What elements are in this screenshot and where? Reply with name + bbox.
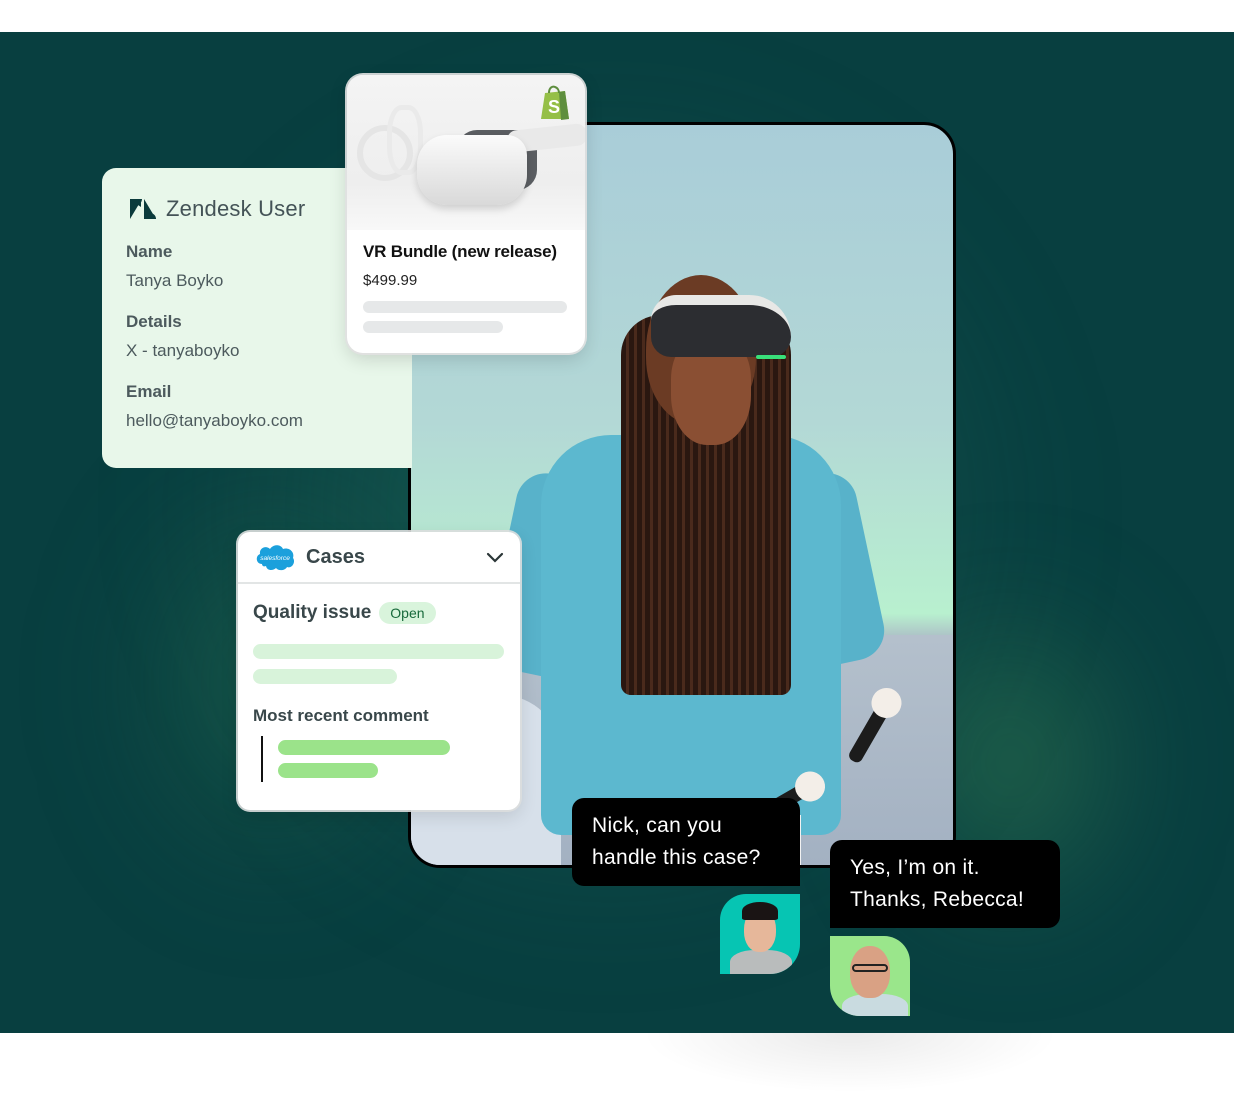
product-details: VR Bundle (new release) $499.99 — [347, 230, 585, 345]
recent-comment-label: Most recent comment — [253, 706, 429, 725]
skeleton-line — [253, 669, 397, 684]
zendesk-card-title: Zendesk User — [166, 196, 306, 221]
avatar-nick — [830, 936, 910, 1016]
avatar-hair — [742, 902, 778, 920]
field-value[interactable]: hello@tanyaboyko.com — [126, 411, 388, 431]
bottom-shadow — [640, 1033, 1060, 1093]
svg-text:S: S — [548, 97, 560, 117]
skeleton-line — [363, 301, 567, 313]
product-price: $499.99 — [363, 272, 418, 289]
product-card[interactable]: S VR Bundle (new release) $499.99 — [347, 75, 585, 353]
shopify-bag-icon: S — [541, 85, 569, 120]
quote-bar — [261, 736, 263, 782]
vr-headset — [651, 295, 791, 357]
product-image: S — [347, 75, 585, 230]
vr-headset-light — [756, 355, 786, 359]
zendesk-logo-icon — [130, 199, 156, 219]
chat-text-line: handle this case? — [592, 846, 761, 869]
salesforce-cases-card: salesforce Cases Quality issue Open Most… — [238, 532, 520, 810]
vr-headset-image — [417, 135, 527, 205]
chat-text-line: Nick, can you — [592, 814, 722, 837]
chat-text-line: Yes, I’m on it. — [850, 856, 980, 879]
skeleton-line — [278, 763, 378, 778]
avatar-glasses — [852, 964, 888, 972]
salesforce-card-title: Cases — [306, 545, 365, 568]
case-title: Quality issue — [253, 602, 372, 623]
chat-bubble-rebecca: Nick, can you handle this case? — [572, 798, 800, 886]
svg-text:salesforce: salesforce — [260, 555, 290, 562]
avatar-face — [850, 946, 890, 998]
salesforce-card-header[interactable]: salesforce Cases — [238, 532, 520, 584]
avatar-shirt — [730, 950, 792, 974]
status-badge: Open — [379, 602, 436, 624]
salesforce-logo-icon: salesforce — [256, 545, 295, 571]
case-row[interactable]: Quality issue Open — [253, 602, 505, 624]
product-name: VR Bundle (new release) — [363, 242, 557, 261]
skeleton-line — [253, 644, 504, 659]
field-label: Email — [126, 382, 172, 401]
comment-quote — [261, 736, 505, 782]
avatar-rebecca — [720, 894, 800, 974]
chevron-down-icon[interactable] — [486, 551, 504, 563]
zendesk-field-email: Email hello@tanyaboyko.com — [126, 382, 388, 431]
salesforce-card-body: Quality issue Open Most recent comment — [238, 584, 520, 800]
chat-bubble-nick: Yes, I’m on it. Thanks, Rebecca! — [830, 840, 1060, 928]
comment-lines — [278, 736, 450, 782]
skeleton-line — [278, 740, 450, 755]
skeleton-line — [363, 321, 503, 333]
chat-text-line: Thanks, Rebecca! — [850, 888, 1025, 911]
